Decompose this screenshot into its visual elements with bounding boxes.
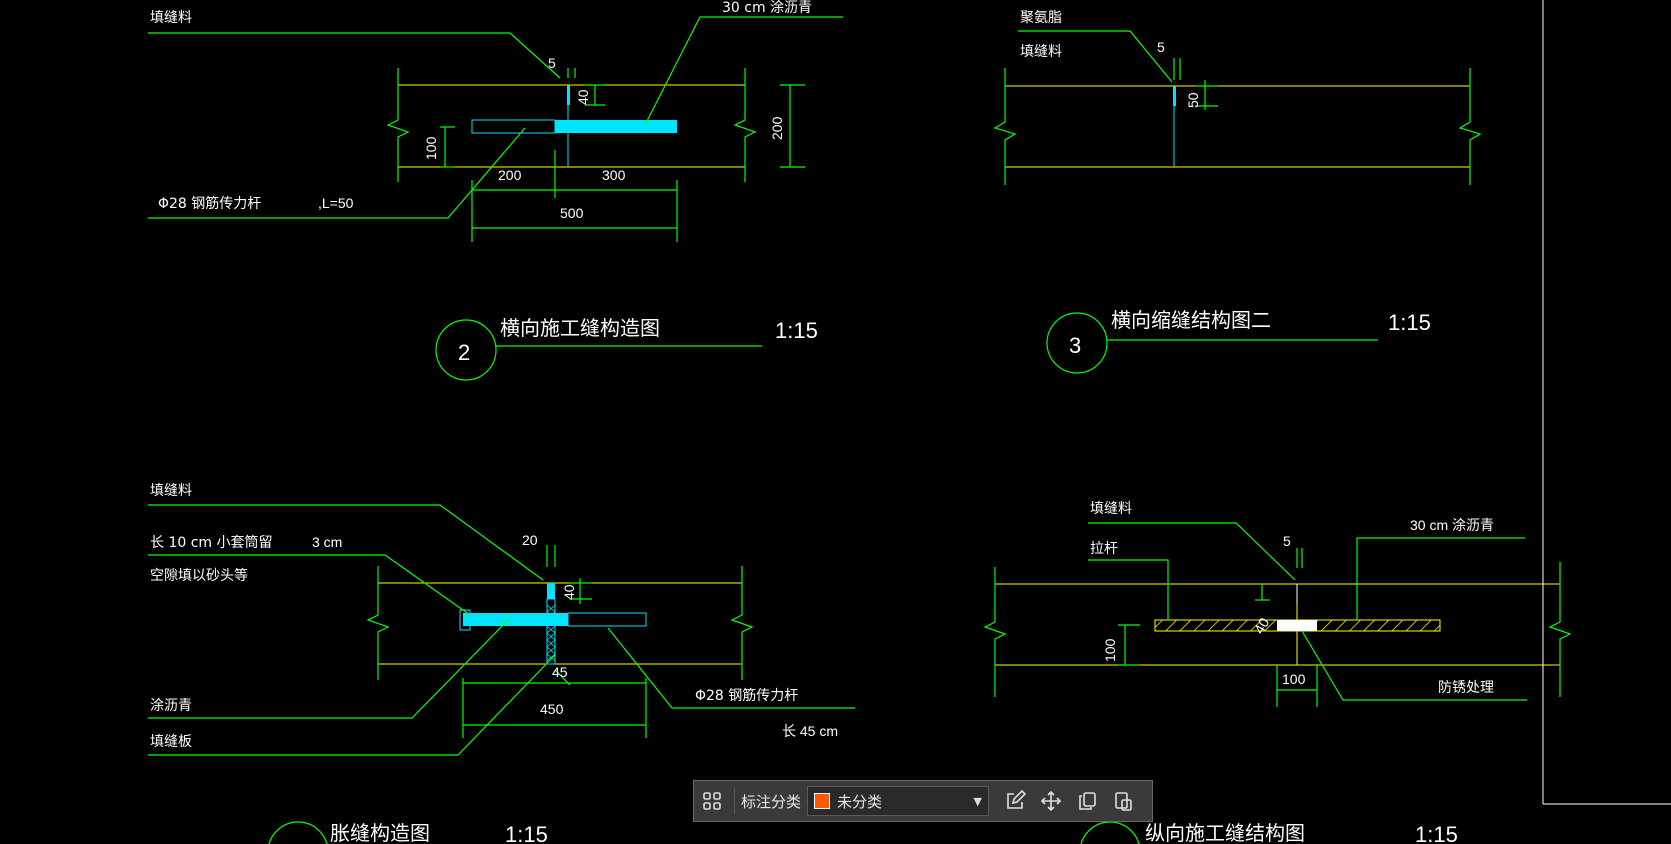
label-filler-board: 填缝板	[150, 734, 192, 750]
leader-asphalt	[644, 16, 843, 126]
joint-sealant	[547, 583, 555, 599]
dim-300: 300	[602, 167, 626, 183]
dowel-bar-free	[471, 119, 556, 134]
dim-40: 40	[575, 89, 591, 105]
dowel-bar-coated	[463, 613, 568, 626]
category-select[interactable]: 未分类 ▼	[807, 786, 990, 816]
dowel-bar-coated	[555, 120, 677, 133]
detail-title: 胀缝构造图	[330, 821, 430, 844]
leader-board	[148, 654, 556, 756]
label-tie-bar: 拉杆	[1090, 541, 1118, 557]
dim-200: 200	[498, 167, 522, 183]
leader-sleeve	[148, 554, 471, 616]
dim-500: 500	[560, 205, 584, 221]
annotation-toolbar: 标注分类 未分类 ▼	[693, 780, 1153, 822]
label-dowel-bar: Φ28 钢筋传力杆	[158, 195, 261, 212]
toolbar-divider	[734, 788, 735, 814]
label-fill: 填缝料	[150, 483, 192, 499]
detail-title: 横向缩缝结构图二	[1111, 308, 1271, 332]
dim-450: 450	[540, 701, 564, 717]
dim-40: 40	[1251, 615, 1273, 637]
dim-100: 100	[423, 136, 439, 160]
label-asphalt: 涂沥青	[150, 698, 192, 714]
grid-icon[interactable]	[694, 783, 730, 819]
label-bar-length: 长 45 cm	[782, 723, 838, 739]
label-gap-fill: 空隙填以砂头等	[150, 567, 248, 584]
drawing-transverse-construction-joint: 填缝料 30 cm 涂沥青 Φ28 钢筋传力杆 ,L=50 5 40 100 2…	[148, 0, 843, 381]
category-color-swatch	[814, 793, 831, 809]
detail-number: 3	[1069, 333, 1081, 358]
detail-title: 横向施工缝构造图	[500, 316, 660, 340]
dowel-bar-free	[567, 612, 647, 627]
joint-sealant	[567, 85, 570, 105]
label-fill: 填缝料	[150, 10, 192, 26]
detail-scale: 1:15	[775, 318, 818, 343]
leader-tie	[1088, 559, 1169, 620]
cad-drawing-canvas[interactable]: 填缝料 30 cm 涂沥青 Φ28 钢筋传力杆 ,L=50 5 40 100 2…	[0, 0, 1671, 844]
label-sleeve-gap: 3 cm	[312, 534, 342, 550]
dim-50: 50	[1185, 92, 1201, 108]
dim-100: 100	[1282, 671, 1306, 687]
label-asphalt: 30 cm 涂沥青	[1410, 517, 1494, 533]
label-bar-length: ,L=50	[318, 195, 354, 211]
dim-5: 5	[1283, 533, 1291, 549]
chevron-down-icon: ▼	[973, 794, 983, 808]
label-sleeve: 长 10 cm 小套筒留	[150, 534, 273, 551]
break-line-right	[1548, 562, 1572, 697]
edit-icon[interactable]	[997, 783, 1033, 819]
label-asphalt: 30 cm 涂沥青	[722, 0, 812, 16]
leader-asphalt	[1356, 537, 1525, 620]
break-line-left	[983, 567, 1007, 697]
label-rust: 防锈处理	[1438, 680, 1494, 696]
joint-sealant	[1173, 86, 1176, 106]
label-dowel-bar: Φ28 钢筋传力杆	[695, 687, 798, 704]
label-fill: 填缝料	[1020, 44, 1062, 60]
leader-fill	[1088, 522, 1296, 581]
move-icon[interactable]	[1033, 783, 1069, 819]
label-fill: 填缝料	[1090, 501, 1132, 517]
detail-scale: 1:15	[1388, 310, 1431, 335]
leader-asphalt	[148, 617, 511, 719]
dim-5: 5	[548, 55, 556, 71]
detail-number-circle	[268, 821, 328, 844]
dim-5: 5	[1157, 39, 1165, 55]
detail-scale: 1:15	[1415, 822, 1458, 844]
label-polyurethane: 聚氨脂	[1020, 10, 1062, 26]
detail-number: 2	[458, 340, 470, 365]
detail-title: 纵向施工缝结构图	[1145, 821, 1305, 844]
detail-number-circle	[1080, 821, 1140, 844]
tie-bar-rust-treated	[1277, 620, 1317, 631]
copy-icon[interactable]	[1069, 783, 1105, 819]
dim-200-vertical: 200	[769, 116, 785, 140]
category-value: 未分类	[837, 792, 883, 811]
category-label: 标注分类	[741, 792, 802, 811]
dim-40: 40	[561, 584, 577, 600]
drawing-transverse-contraction-joint: 聚氨脂 填缝料 5 50 3 横向缩缝结构图二 1:15	[993, 10, 1482, 374]
detail-scale: 1:15	[505, 822, 548, 844]
dim-45: 45	[552, 664, 568, 680]
dim-20: 20	[522, 532, 538, 548]
leader-fill	[148, 32, 561, 79]
dim-100-vertical: 100	[1102, 638, 1118, 662]
paste-icon[interactable]	[1105, 783, 1141, 819]
